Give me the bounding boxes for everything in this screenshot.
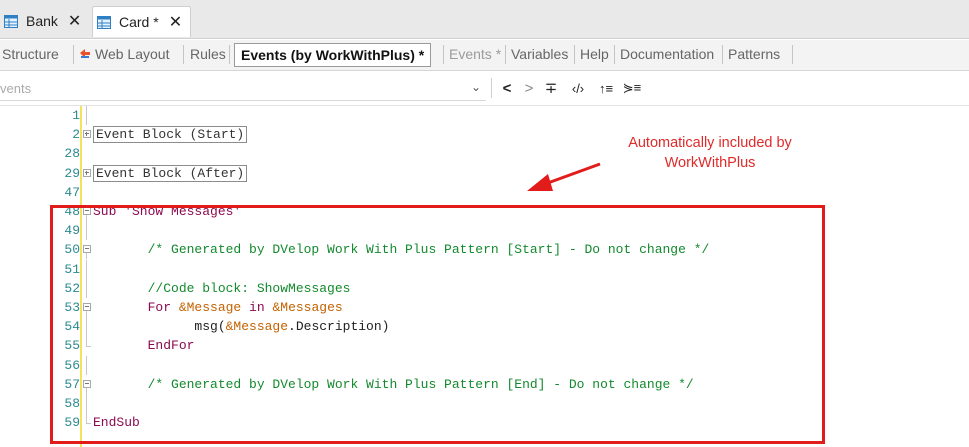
- code-line[interactable]: 47: [0, 183, 969, 202]
- chevron-down-icon[interactable]: ⌄: [471, 80, 481, 94]
- tab-patterns[interactable]: Patterns: [728, 46, 780, 62]
- event-block-collapsed[interactable]: Event Block (After): [93, 164, 248, 182]
- expand-icon[interactable]: [82, 125, 92, 144]
- close-icon[interactable]: ✕: [68, 11, 81, 31]
- doc-tab-card-label: Card *: [119, 14, 159, 30]
- tab-separator: [722, 45, 723, 64]
- tab-separator: [505, 45, 506, 64]
- tab-web-layout-label: Web Layout: [95, 46, 170, 62]
- annotation-line-2: WorkWithPlus: [664, 155, 756, 171]
- event-selector-value: vents: [0, 81, 32, 96]
- tab-separator: [574, 45, 575, 64]
- sort-button[interactable]: ↑≡: [595, 76, 617, 100]
- line-number: 47: [64, 184, 80, 200]
- tab-separator: [73, 45, 74, 64]
- tab-separator: [614, 45, 615, 64]
- expand-icon[interactable]: [82, 164, 92, 183]
- doc-tab-bank-label: Bank: [26, 13, 58, 29]
- web-layout-icon: [79, 47, 91, 59]
- line-number: 28: [64, 146, 80, 162]
- table-icon: [97, 15, 111, 29]
- prev-event-button[interactable]: <: [497, 76, 517, 100]
- code-line[interactable]: 1: [0, 106, 969, 125]
- line-number: 29: [64, 165, 80, 181]
- fold-gap: [82, 144, 92, 163]
- annotation-text: Automatically included by WorkWithPlus: [595, 133, 825, 173]
- tab-separator: [183, 45, 184, 64]
- line-number: 1: [72, 108, 80, 123]
- code-text: Event Block (After): [93, 164, 248, 183]
- event-block-collapsed[interactable]: Event Block (Start): [93, 126, 248, 144]
- tab-web-layout[interactable]: Web Layout: [79, 46, 169, 62]
- tab-separator: [443, 45, 444, 64]
- tab-help[interactable]: Help: [580, 46, 609, 62]
- fold-guide: [82, 106, 92, 125]
- object-tab-strip: Structure Web Layout Rules Events (by Wo…: [0, 40, 969, 71]
- editor-toolbar: vents ⌄ < > ∓ ‹/› ↑≡ ⋟≡: [0, 72, 969, 106]
- fold-gap: [82, 183, 92, 202]
- doc-tab-bank[interactable]: Bank ✕: [0, 6, 81, 36]
- outline-button[interactable]: ⋟≡: [621, 76, 643, 100]
- tab-variables[interactable]: Variables: [511, 46, 568, 62]
- annotation-line-1: Automatically included by: [628, 135, 792, 151]
- tab-separator: [229, 45, 230, 64]
- tab-separator: [792, 45, 793, 64]
- tab-documentation[interactable]: Documentation: [620, 46, 714, 62]
- toolbar-separator: [491, 78, 492, 98]
- code-text: Event Block (Start): [93, 125, 248, 144]
- tab-events[interactable]: Events *: [449, 46, 501, 62]
- tab-rules[interactable]: Rules: [190, 46, 226, 62]
- code-tags-button[interactable]: ‹/›: [565, 76, 591, 100]
- tab-events-workwithplus[interactable]: Events (by WorkWithPlus) *: [234, 43, 432, 67]
- table-icon: [4, 14, 18, 28]
- tab-structure[interactable]: Structure: [2, 46, 59, 62]
- highlight-box: [50, 205, 825, 444]
- doc-tab-card[interactable]: Card * ✕: [92, 6, 192, 37]
- event-selector-combo[interactable]: vents ⌄: [0, 78, 486, 101]
- next-event-button[interactable]: >: [519, 76, 539, 100]
- close-icon[interactable]: ✕: [169, 12, 182, 32]
- line-number: 2: [72, 127, 80, 143]
- document-tab-strip: Bank ✕ Card * ✕: [0, 0, 969, 39]
- collapse-button[interactable]: ∓: [541, 76, 561, 100]
